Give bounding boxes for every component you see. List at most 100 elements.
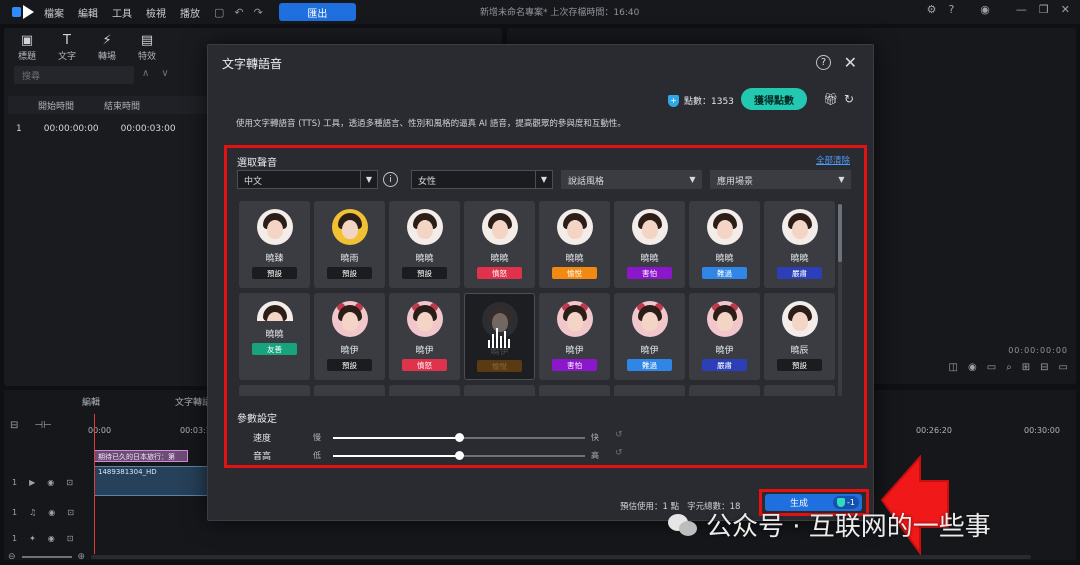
- title-clip[interactable]: 期待已久的日本旅行：第: [94, 450, 188, 462]
- track-fx-label: 1 ✦ ◉ ⊡: [12, 534, 73, 543]
- voice-card-partial[interactable]: [314, 385, 385, 396]
- snapshot-icon[interactable]: ◫: [949, 362, 958, 373]
- close-icon[interactable]: ✕: [844, 53, 857, 72]
- record-icon[interactable]: ◉: [968, 362, 977, 373]
- grid-icon[interactable]: ⊞: [1022, 362, 1030, 373]
- voice-style-tag: 嚴肅: [777, 267, 822, 279]
- voice-card[interactable]: 曉曉 嚴肅: [764, 201, 835, 288]
- zoom-slider[interactable]: [21, 556, 72, 558]
- slider-knob[interactable]: [455, 433, 464, 442]
- voice-card[interactable]: 曉伊 憤怒: [389, 293, 460, 380]
- refresh-icon[interactable]: ↻: [844, 92, 854, 106]
- voice-card[interactable]: 曉伊 嚴肅: [689, 293, 760, 380]
- gift-icon[interactable]: 🎁︎: [823, 92, 838, 106]
- account-icon[interactable]: ◉: [980, 3, 990, 16]
- voice-card[interactable]: 曉伊 愉悅: [464, 293, 535, 380]
- voice-card-partial[interactable]: [614, 385, 685, 396]
- playhead[interactable]: [94, 414, 95, 554]
- reset-icon[interactable]: ↺: [615, 430, 623, 440]
- voice-card[interactable]: 曉曉 友善: [239, 293, 310, 380]
- export-button[interactable]: 匯出: [278, 3, 356, 21]
- undo-icon[interactable]: ↶: [234, 6, 243, 19]
- voice-card-partial[interactable]: [689, 385, 760, 396]
- tab-effects[interactable]: ▤ 特效: [138, 33, 156, 62]
- menu-view[interactable]: 檢視: [146, 5, 166, 20]
- voice-card-partial[interactable]: [239, 385, 310, 396]
- minimize-icon[interactable]: —: [1016, 3, 1027, 16]
- watermark: 公众号 · 互联网的一些事: [668, 506, 991, 543]
- visibility-icon[interactable]: ◉: [47, 478, 54, 487]
- subtitle-icon[interactable]: ▭: [987, 362, 996, 373]
- tab-text[interactable]: T 文字: [58, 33, 76, 62]
- voice-card-partial[interactable]: [539, 385, 610, 396]
- zoom-in-icon[interactable]: ⊕: [78, 552, 86, 562]
- voice-style-tag: 預設: [327, 359, 372, 371]
- subtitle-row[interactable]: 1 00:00:00:00 00:00:03:00: [16, 124, 176, 134]
- sort-arrows[interactable]: ∧∨: [142, 68, 181, 79]
- split-icon[interactable]: ⊣⊢: [34, 420, 51, 431]
- timeline-tool-icon[interactable]: ⊟: [10, 420, 18, 431]
- voice-card[interactable]: 曉伊 害怕: [539, 293, 610, 380]
- help-icon[interactable]: ?: [816, 55, 831, 70]
- speed-slider[interactable]: [333, 433, 585, 442]
- zoom-icon[interactable]: ⌕: [1006, 362, 1012, 373]
- aspect-icon[interactable]: ▭: [1059, 362, 1068, 373]
- tab-transition[interactable]: ⚡ 轉場: [98, 33, 116, 62]
- wechat-icon: [668, 512, 698, 538]
- voice-style-tag: 嚴肅: [702, 359, 747, 371]
- scene-dropdown[interactable]: 應用場景 ▼: [710, 170, 851, 189]
- voice-card-partial[interactable]: [464, 385, 535, 396]
- get-points-button[interactable]: 獲得點數: [741, 88, 807, 110]
- voice-card[interactable]: 曉曉 愉悅: [539, 201, 610, 288]
- voice-name: 曉曉: [490, 254, 509, 264]
- lock-icon[interactable]: ⊡: [67, 508, 74, 517]
- voice-card[interactable]: 曉臻 預設: [239, 201, 310, 288]
- search-input[interactable]: 搜尋: [14, 66, 134, 84]
- col-start-time: 開始時間: [38, 101, 75, 112]
- slider-knob[interactable]: [455, 451, 464, 460]
- tab-title[interactable]: ▣ 標題: [18, 33, 36, 62]
- voice-card[interactable]: 曉曉 害怕: [614, 201, 685, 288]
- voice-card[interactable]: 曉伊 預設: [314, 293, 385, 380]
- tab-edit[interactable]: 編輯: [82, 395, 100, 408]
- fit-icon[interactable]: ⊟: [1040, 362, 1048, 373]
- zoom-out-icon[interactable]: ⊖: [8, 552, 16, 562]
- visibility-icon[interactable]: ◉: [48, 534, 55, 543]
- menu-edit[interactable]: 編輯: [78, 5, 98, 20]
- voice-card[interactable]: 曉曉 預設: [389, 201, 460, 288]
- settings-icon[interactable]: ⚙: [927, 3, 937, 16]
- help-icon[interactable]: ?: [948, 3, 954, 16]
- voice-card[interactable]: 曉伊 難過: [614, 293, 685, 380]
- lock-icon[interactable]: ⊡: [66, 478, 73, 487]
- menu-play[interactable]: 播放: [180, 5, 200, 20]
- maximize-icon[interactable]: ❐: [1039, 3, 1049, 16]
- speed-high-label: 快: [591, 433, 599, 442]
- voice-card[interactable]: 曉辰 預設: [764, 293, 835, 380]
- menu-tools[interactable]: 工具: [112, 5, 132, 20]
- redo-icon[interactable]: ↷: [254, 6, 263, 19]
- voice-card[interactable]: 曉雨 預設: [314, 201, 385, 288]
- info-icon[interactable]: i: [383, 172, 398, 187]
- style-dropdown[interactable]: 說話風格 ▼: [561, 170, 702, 189]
- clear-all-link[interactable]: 全部清除: [816, 154, 850, 166]
- reset-icon[interactable]: ↺: [615, 448, 623, 458]
- voice-card[interactable]: 曉曉 難過: [689, 201, 760, 288]
- voice-scrollbar[interactable]: [838, 204, 842, 396]
- horizontal-scrollbar[interactable]: [91, 555, 1032, 559]
- visibility-icon[interactable]: ◉: [48, 508, 55, 517]
- camera-icon: ▶: [29, 478, 36, 487]
- lock-icon[interactable]: ⊡: [67, 534, 74, 543]
- close-window-icon[interactable]: ✕: [1061, 3, 1070, 16]
- menu-file[interactable]: 檔案: [44, 5, 64, 20]
- gender-dropdown[interactable]: 女性 ▼: [411, 170, 553, 189]
- scrollbar-thumb[interactable]: [838, 204, 842, 262]
- voice-avatar: [556, 209, 593, 245]
- voice-card[interactable]: 曉曉 憤怒: [464, 201, 535, 288]
- pitch-slider[interactable]: [333, 451, 585, 460]
- speed-low-label: 慢: [313, 433, 321, 442]
- save-icon[interactable]: ▢: [214, 6, 224, 19]
- voice-card-partial[interactable]: [389, 385, 460, 396]
- video-clip[interactable]: 1489381304_HD: [94, 466, 214, 496]
- language-dropdown[interactable]: 中文 ▼: [237, 170, 378, 189]
- voice-card-partial[interactable]: [764, 385, 835, 396]
